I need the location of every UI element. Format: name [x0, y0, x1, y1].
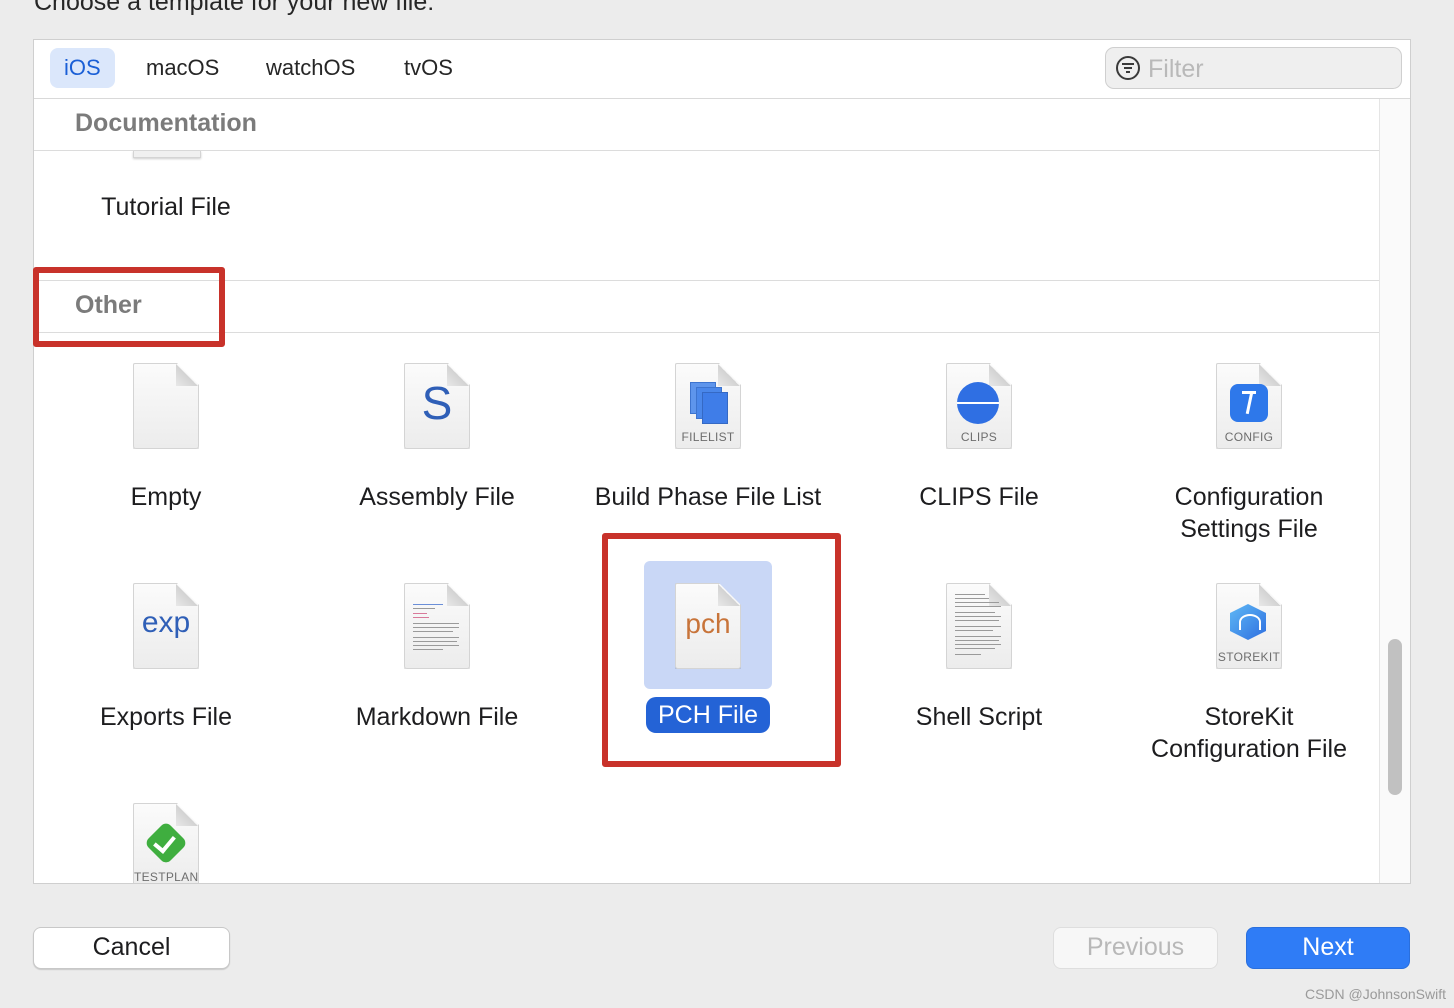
tab-ios[interactable]: iOS — [50, 48, 115, 88]
tab-watchos[interactable]: watchOS — [252, 48, 369, 88]
previous-button[interactable]: Previous — [1053, 927, 1218, 969]
template-test-plan[interactable]: TESTPLAN — [51, 801, 281, 884]
template-label: StoreKit Configuration File — [1151, 703, 1347, 763]
section-title: Documentation — [75, 109, 257, 137]
config-file-icon: CONFIG — [1216, 363, 1282, 449]
pch-file-icon: pch — [675, 583, 741, 669]
filter-icon — [1116, 56, 1140, 80]
template-exports-file[interactable]: exp Exports File — [51, 581, 281, 731]
filter-input[interactable] — [1146, 52, 1390, 86]
template-storekit-configuration-file[interactable]: STOREKIT StoreKit Configuration File — [1134, 581, 1364, 763]
next-button[interactable]: Next — [1246, 927, 1410, 969]
clips-file-icon: CLIPS — [946, 363, 1012, 449]
template-pch-file[interactable]: pch PCH File — [593, 561, 823, 733]
scrollbar[interactable] — [1379, 99, 1410, 883]
tab-macos[interactable]: macOS — [132, 48, 233, 88]
filter-field[interactable] — [1105, 47, 1402, 89]
template-label: Exports File — [100, 703, 232, 731]
template-empty[interactable]: Empty — [51, 361, 281, 511]
template-build-phase-file-list[interactable]: FILELIST Build Phase File List — [593, 361, 823, 511]
template-shell-script[interactable]: Shell Script — [864, 581, 1094, 731]
template-label: Build Phase File List — [594, 483, 822, 511]
tutorial-file-icon — [133, 151, 201, 158]
cancel-button[interactable]: Cancel — [33, 927, 230, 969]
tab-tvos[interactable]: tvOS — [390, 48, 467, 88]
section-header-documentation: Documentation — [34, 99, 1380, 151]
section-title: Other — [75, 291, 142, 319]
exports-file-icon: exp — [133, 583, 199, 669]
template-configuration-settings-file[interactable]: CONFIG Configuration Settings File — [1134, 361, 1364, 543]
scrollbar-thumb[interactable] — [1388, 639, 1402, 795]
blank-file-icon — [133, 363, 199, 449]
markdown-file-icon — [404, 583, 470, 669]
template-label: Configuration Settings File — [1174, 483, 1324, 543]
template-clips-file[interactable]: CLIPS CLIPS File — [864, 361, 1094, 511]
platform-tab-bar: iOS macOS watchOS tvOS — [34, 40, 1410, 99]
template-label: Empty — [130, 483, 202, 511]
assembly-file-icon: S — [404, 363, 470, 449]
testplan-file-icon: TESTPLAN — [133, 803, 199, 884]
template-label: Shell Script — [915, 703, 1043, 731]
template-grid: Documentation Tutorial File Other Empty … — [34, 99, 1380, 883]
template-label: PCH File — [645, 697, 771, 733]
template-markdown-file[interactable]: Markdown File — [322, 581, 552, 731]
template-label: Assembly File — [359, 483, 515, 511]
template-label: Tutorial File — [101, 193, 231, 221]
template-label: Markdown File — [355, 703, 519, 731]
dialog-heading: Choose a template for your new file: — [34, 0, 435, 16]
template-label: CLIPS File — [919, 483, 1039, 511]
template-assembly-file[interactable]: S Assembly File — [322, 361, 552, 511]
shell-script-file-icon — [946, 583, 1012, 669]
section-header-other: Other — [34, 280, 1380, 333]
storekit-file-icon: STOREKIT — [1216, 583, 1282, 669]
template-tutorial-file[interactable]: Tutorial File — [51, 191, 281, 231]
filelist-file-icon: FILELIST — [675, 363, 741, 449]
template-panel: iOS macOS watchOS tvOS Documentation Tut… — [33, 39, 1411, 884]
watermark: CSDN @JohnsonSwift — [1304, 986, 1446, 1002]
